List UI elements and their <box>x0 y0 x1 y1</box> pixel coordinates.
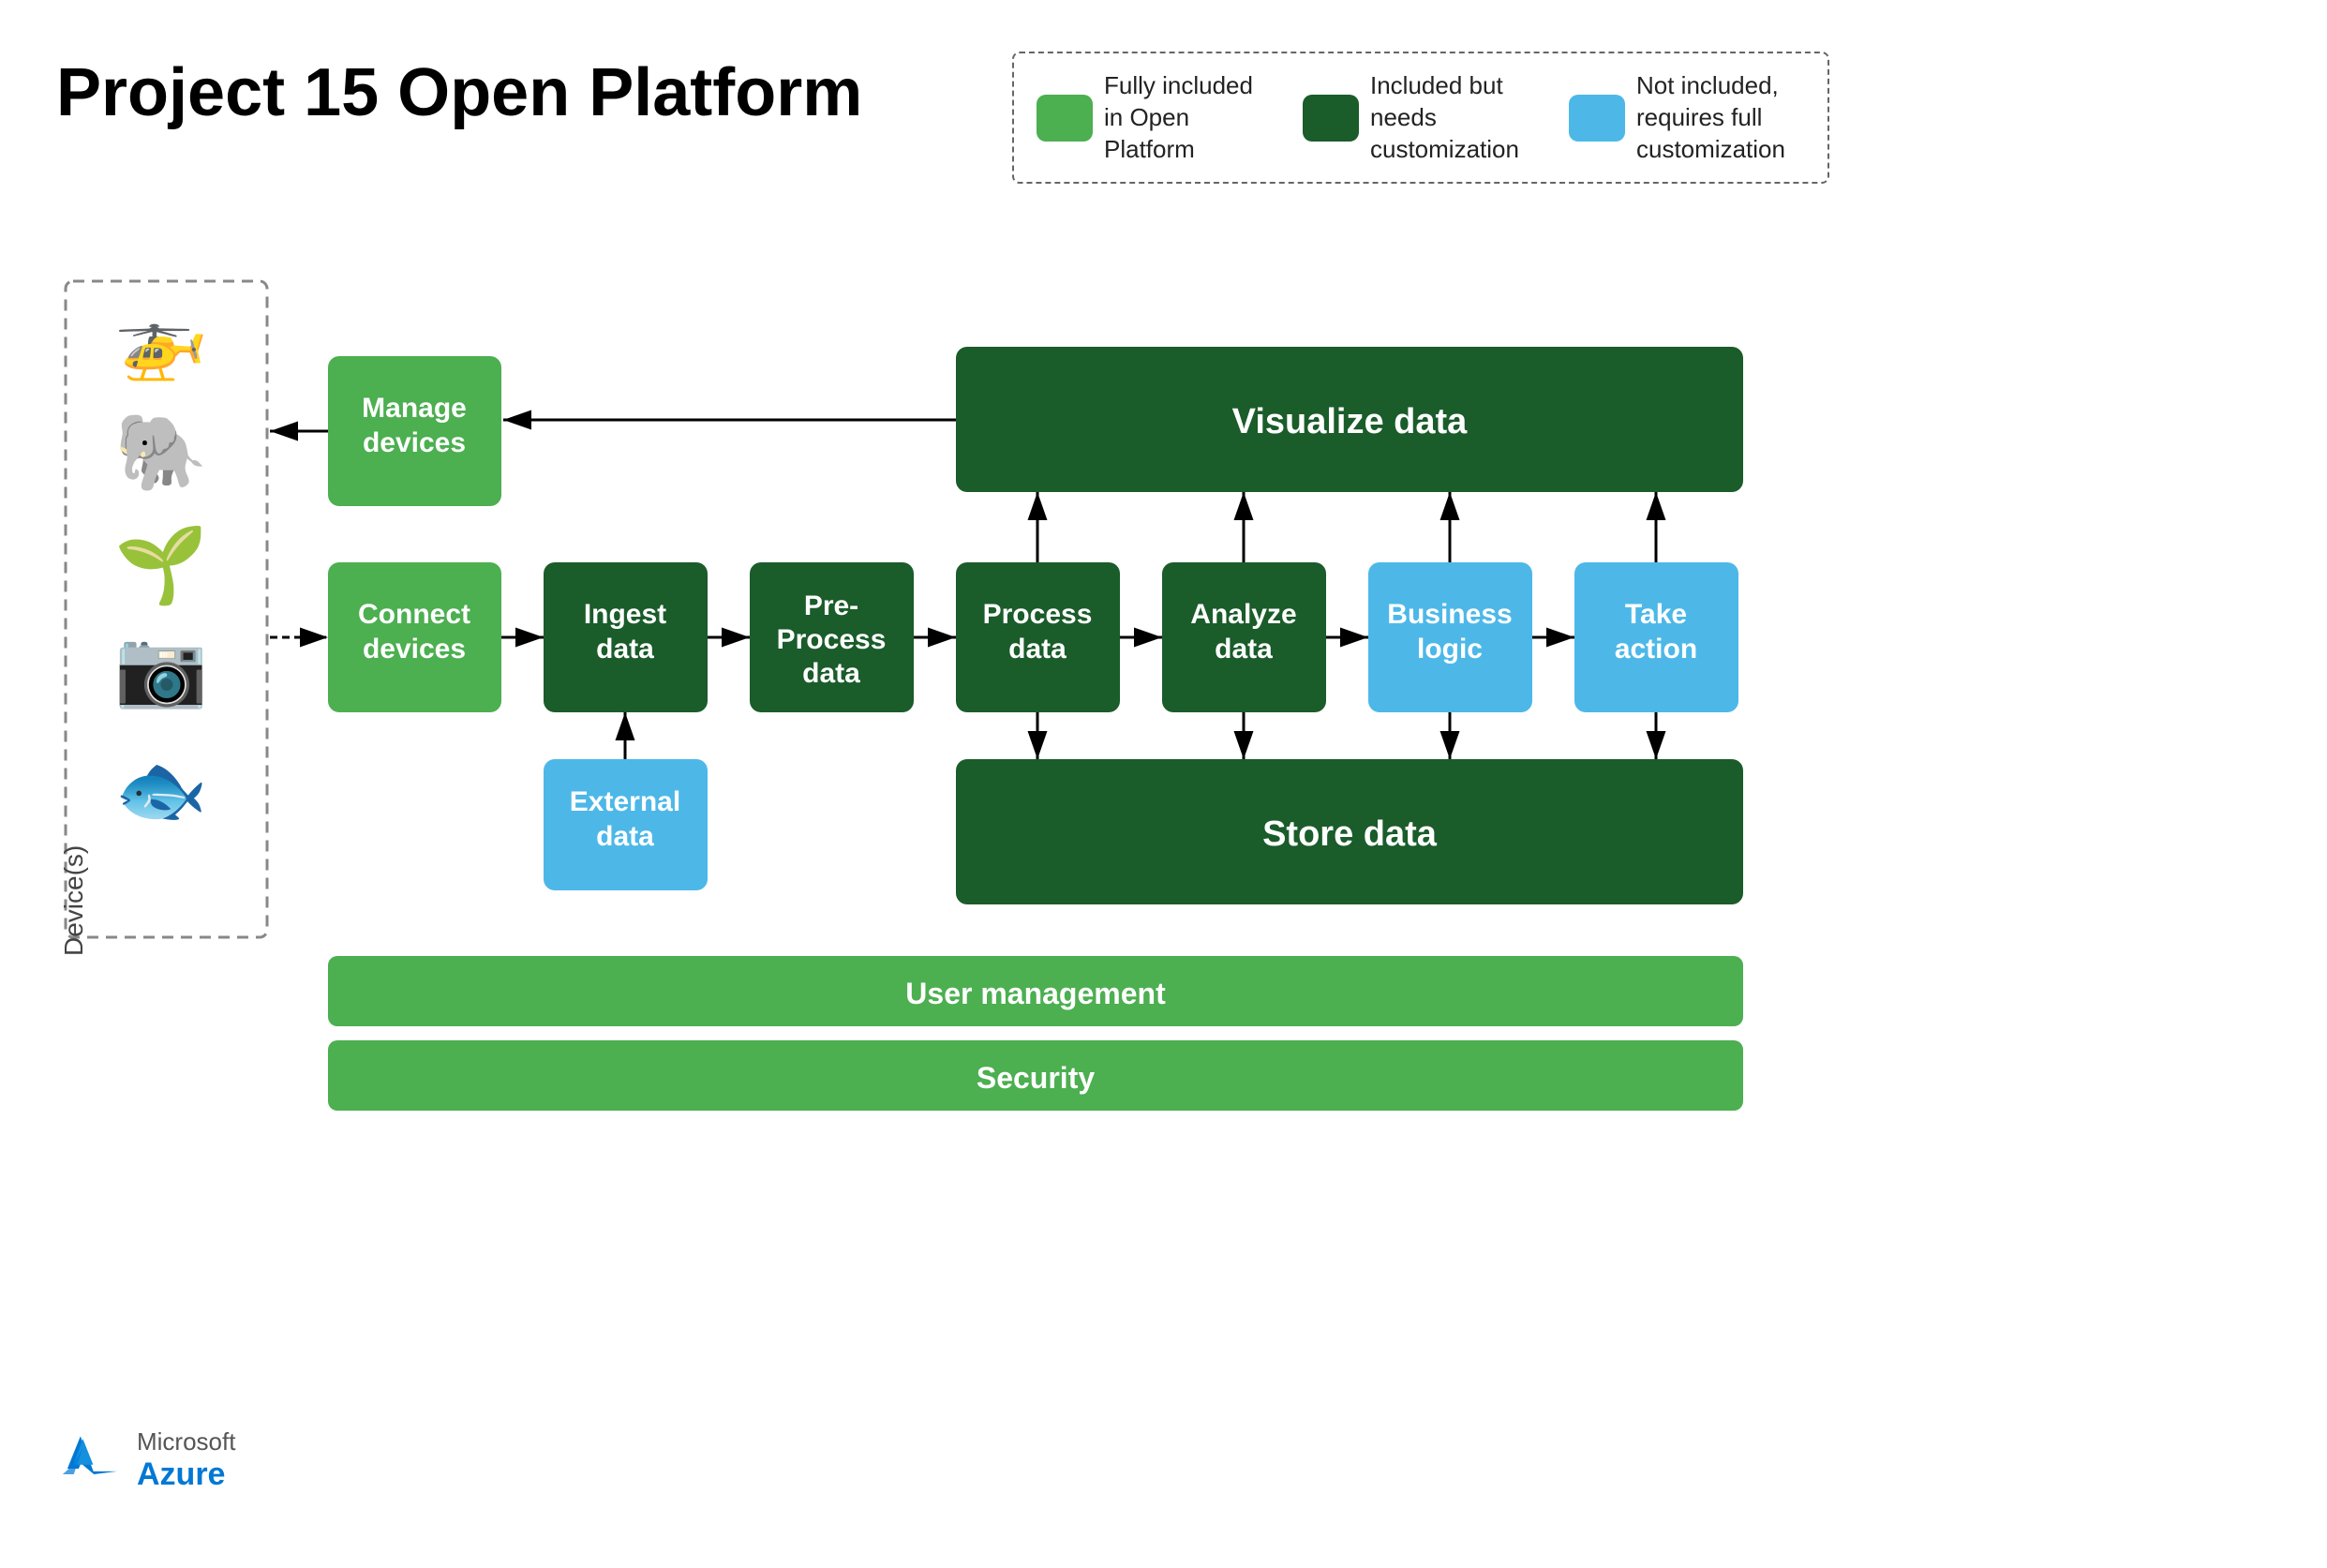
svg-text:action: action <box>1615 634 1697 665</box>
microsoft-label: Microsoft <box>137 1427 235 1456</box>
svg-text:Store data: Store data <box>1262 814 1438 854</box>
svg-text:Analyze: Analyze <box>1190 599 1296 630</box>
svg-text:data: data <box>596 821 654 852</box>
legend-item-green-dark: Included but needs customization <box>1303 70 1539 165</box>
svg-text:devices: devices <box>363 427 466 458</box>
legend-item-blue: Not included, requires full customizatio… <box>1569 70 1805 165</box>
svg-text:External: External <box>570 786 680 817</box>
svg-text:📷: 📷 <box>114 626 208 710</box>
azure-logo-icon <box>56 1432 122 1488</box>
svg-text:logic: logic <box>1417 634 1483 665</box>
page-title: Project 15 Open Platform <box>56 56 862 130</box>
svg-text:data: data <box>596 634 654 665</box>
svg-text:Device(s): Device(s) <box>59 845 88 956</box>
svg-text:devices: devices <box>363 634 466 665</box>
diagram-svg: Device(s) 🚁 🐘 🌱 📷 🐟 Manage devices Conne… <box>56 216 2268 1200</box>
svg-text:data: data <box>1215 634 1273 665</box>
azure-label: Azure <box>137 1456 235 1493</box>
svg-text:🐘: 🐘 <box>114 411 208 494</box>
legend-item-green-light: Fully included in Open Platform <box>1037 70 1273 165</box>
legend-box-blue <box>1569 95 1625 142</box>
legend-label-blue: Not included, requires full customizatio… <box>1636 70 1805 165</box>
svg-text:data: data <box>1008 634 1067 665</box>
legend-label-green-light: Fully included in Open Platform <box>1104 70 1273 165</box>
azure-text-block: Microsoft Azure <box>137 1427 235 1493</box>
svg-text:🚁: 🚁 <box>114 298 208 382</box>
svg-text:Take: Take <box>1625 599 1687 630</box>
microsoft-azure-footer: Microsoft Azure <box>56 1427 235 1493</box>
legend-label-green-dark: Included but needs customization <box>1370 70 1539 165</box>
legend-box-green-dark <box>1303 95 1359 142</box>
legend-box-green-light <box>1037 95 1093 142</box>
svg-text:Connect: Connect <box>358 599 470 630</box>
svg-text:Security: Security <box>977 1061 1095 1095</box>
svg-text:Pre-: Pre- <box>804 590 858 621</box>
svg-text:data: data <box>802 658 860 689</box>
svg-text:Process: Process <box>983 599 1093 630</box>
svg-text:Ingest: Ingest <box>584 599 666 630</box>
svg-text:Business: Business <box>1387 599 1512 630</box>
svg-text:Process: Process <box>777 624 887 655</box>
svg-text:User management: User management <box>905 977 1166 1010</box>
svg-text:🐟: 🐟 <box>114 748 208 831</box>
svg-text:Visualize data: Visualize data <box>1232 402 1469 441</box>
legend: Fully included in Open Platform Included… <box>1012 52 1829 184</box>
svg-text:🌱: 🌱 <box>114 523 208 607</box>
svg-text:Manage: Manage <box>362 393 467 424</box>
